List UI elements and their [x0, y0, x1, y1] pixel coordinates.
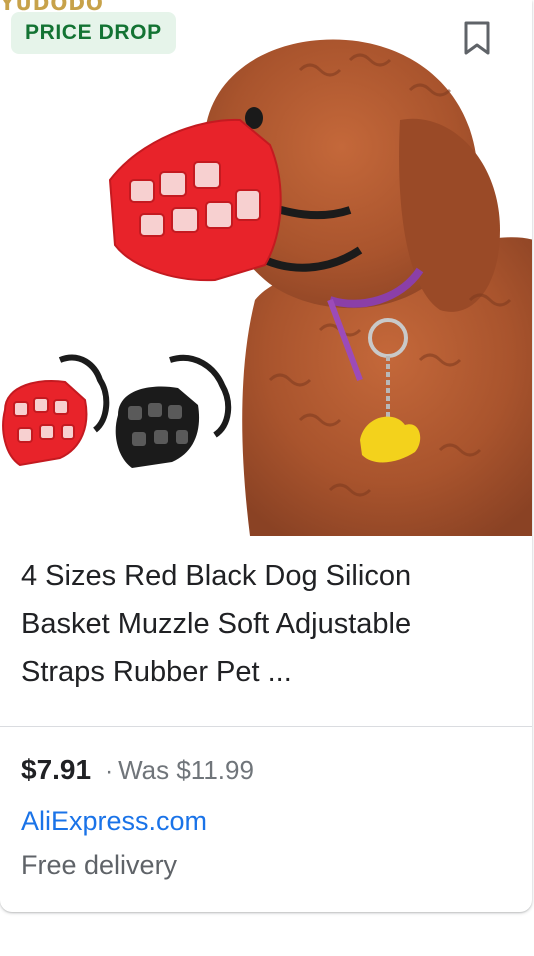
merchant-link[interactable]: AliExpress.com — [21, 806, 207, 837]
was-price: Was $11.99 — [118, 755, 254, 785]
divider — [0, 726, 532, 727]
product-image[interactable]: YUDODO PRICE DROP — [0, 0, 532, 536]
price-drop-badge: PRICE DROP — [11, 12, 176, 54]
black-muzzle-small — [115, 354, 232, 468]
bookmark-icon — [464, 21, 490, 55]
product-photo-illustration — [2, 39, 532, 536]
delivery-info: Free delivery — [21, 850, 178, 880]
price-separator: · — [105, 758, 114, 785]
price-row: $7.91 · Was $11.99 — [21, 754, 254, 786]
red-muzzle-worn — [108, 118, 282, 282]
save-button[interactable] — [462, 20, 512, 70]
product-title[interactable]: 4 Sizes Red Black Dog Silicon Basket Muz… — [21, 552, 501, 696]
current-price: $7.91 — [21, 754, 92, 785]
red-muzzle-small — [2, 354, 110, 467]
product-card[interactable]: YUDODO PRICE DROP 4 Sizes Red Black Dog … — [0, 0, 532, 912]
